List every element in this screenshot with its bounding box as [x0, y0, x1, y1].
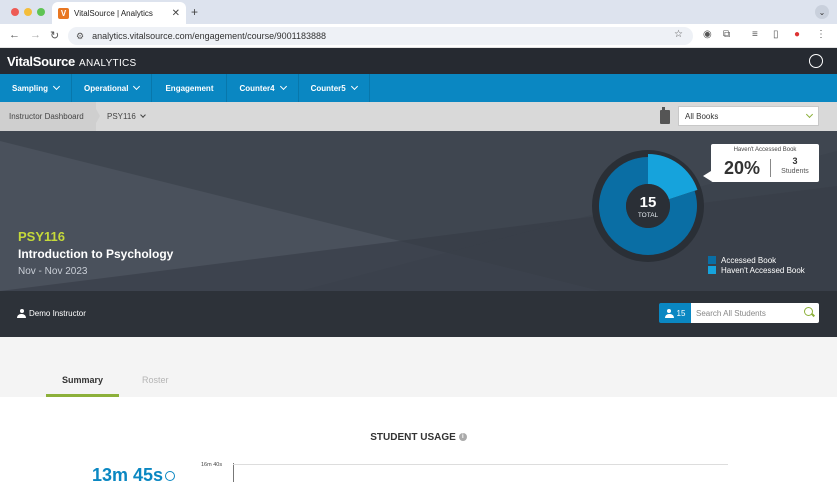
- media-icon[interactable]: ≡: [752, 29, 758, 40]
- brand-name: VitalSource: [7, 54, 75, 69]
- student-count-badge: 15: [659, 303, 691, 323]
- new-tab-icon[interactable]: +: [191, 5, 198, 19]
- tab-summary[interactable]: Summary: [62, 375, 103, 385]
- donut-total-label: TOTAL: [638, 212, 659, 219]
- tab-roster[interactable]: Roster: [142, 375, 169, 385]
- course-code: PSY116: [18, 229, 65, 244]
- callout-title: Haven't Accessed Book: [733, 147, 797, 153]
- profile-avatar-icon[interactable]: ●: [794, 29, 800, 40]
- bookmark-star-icon[interactable]: ☆: [674, 29, 683, 40]
- maximize-window-button[interactable]: [37, 8, 45, 16]
- url-field[interactable]: ⚙ analytics.vitalsource.com/engagement/c…: [68, 27, 693, 45]
- course-dates: Nov - Nov 2023: [18, 266, 88, 277]
- app-header: VitalSource ANALYTICS: [0, 48, 837, 74]
- course-hero: PSY116 Introduction to Psychology Nov - …: [0, 131, 837, 291]
- callout-divider: [770, 159, 771, 177]
- average-usage-value: 13m 45s: [92, 465, 176, 486]
- back-arrow-icon[interactable]: ←: [9, 29, 20, 41]
- nav-label: Counter4: [239, 83, 275, 93]
- student-count: 15: [676, 308, 686, 318]
- legend-swatch: [708, 266, 716, 274]
- chevron-down-icon: [52, 82, 61, 91]
- url-text: analytics.vitalsource.com/engagement/cou…: [92, 31, 327, 41]
- extension-icon[interactable]: ◉: [703, 29, 712, 40]
- chevron-down-icon: [133, 82, 141, 91]
- person-icon: [664, 308, 674, 318]
- instructor: Demo Instructor: [17, 309, 86, 318]
- sidepanel-icon[interactable]: ▯: [773, 29, 779, 40]
- brand-logo[interactable]: VitalSource ANALYTICS: [7, 54, 137, 69]
- donut-svg: 15 TOTAL: [592, 150, 704, 262]
- legend-item-accessed: Accessed Book: [708, 255, 805, 265]
- books-select-value: All Books: [685, 111, 719, 121]
- callout-count: 3: [792, 156, 798, 166]
- breadcrumb-instructor-dashboard[interactable]: Instructor Dashboard: [0, 102, 96, 131]
- minimize-window-button[interactable]: [24, 8, 32, 16]
- legend-label: Accessed Book: [721, 255, 777, 265]
- person-icon: [17, 309, 26, 318]
- nav-item-sampling[interactable]: Sampling: [0, 74, 73, 102]
- usage-gridline: [233, 464, 728, 465]
- nav-item-counter5[interactable]: Counter5: [299, 74, 370, 102]
- info-icon[interactable]: i: [458, 433, 467, 442]
- donut-legend: Accessed Book Haven't Accessed Book: [708, 255, 805, 275]
- legend-item-not-accessed: Haven't Accessed Book: [708, 265, 805, 275]
- nav-label: Counter5: [310, 83, 346, 93]
- nav-item-counter4[interactable]: Counter4: [227, 74, 299, 102]
- student-search: [691, 303, 819, 323]
- browser-tab[interactable]: V VitalSource | Analytics ✕: [52, 2, 186, 24]
- nav-label: Sampling: [12, 83, 49, 93]
- chevron-down-icon: [279, 82, 287, 91]
- tab-title: VitalSource | Analytics: [74, 8, 153, 18]
- callout-percent: 20%: [724, 158, 761, 178]
- reload-icon[interactable]: ↻: [50, 29, 59, 42]
- access-donut-chart: 15 TOTAL: [591, 148, 711, 268]
- donut-total: 15: [640, 194, 657, 211]
- main-nav: Sampling Operational Engagement Counter4…: [0, 74, 837, 102]
- course-title: Introduction to Psychology: [18, 247, 174, 261]
- search-icon[interactable]: [804, 307, 813, 316]
- chevron-down-icon: [805, 110, 814, 119]
- brand-sub: ANALYTICS: [79, 58, 137, 69]
- usage-axis: [233, 463, 234, 482]
- legend-swatch: [708, 256, 716, 264]
- average-usage-text: 13m 45s: [92, 465, 164, 485]
- user-account-icon[interactable]: [809, 54, 823, 68]
- callout-unit: Students: [781, 168, 809, 175]
- usage-axis-label: 16m 40s: [201, 462, 223, 468]
- legend-label: Haven't Accessed Book: [721, 265, 805, 275]
- chevron-down-icon[interactable]: ⌄: [815, 5, 829, 19]
- chevron-down-icon: [139, 112, 146, 118]
- close-window-button[interactable]: [11, 8, 19, 16]
- book-icon: [660, 107, 670, 124]
- books-select[interactable]: All Books: [678, 106, 819, 126]
- instructor-name: Demo Instructor: [29, 309, 86, 318]
- browser-tab-bar: V VitalSource | Analytics ✕ + ⌄: [0, 0, 837, 24]
- site-settings-icon[interactable]: ⚙: [76, 31, 84, 42]
- nav-item-engagement[interactable]: Engagement: [152, 74, 228, 102]
- breadcrumb-separator: [92, 102, 100, 130]
- callout-pointer: [703, 171, 711, 181]
- student-usage-heading: STUDENT USAGE i: [0, 432, 837, 443]
- breadcrumb-course-label: PSY116: [107, 112, 136, 121]
- forward-arrow-icon[interactable]: →: [30, 29, 41, 41]
- breadcrumb-course[interactable]: PSY116: [107, 102, 146, 131]
- puzzle-icon[interactable]: ⧉: [723, 29, 730, 40]
- chevron-down-icon: [350, 82, 358, 91]
- active-tab-indicator: [46, 394, 119, 397]
- nav-label: Engagement: [165, 83, 214, 93]
- not-accessed-callout: Haven't Accessed Book 20% 3 Students: [711, 144, 819, 182]
- clock-icon: [165, 471, 176, 482]
- close-icon[interactable]: ✕: [172, 8, 180, 19]
- address-bar: ← → ↻ ⚙ analytics.vitalsource.com/engage…: [0, 24, 837, 48]
- nav-item-operational[interactable]: Operational: [72, 74, 153, 102]
- more-menu-icon[interactable]: ⋮: [816, 29, 826, 40]
- student-usage-title: STUDENT USAGE: [370, 432, 456, 443]
- vitalsource-favicon-icon: V: [58, 7, 69, 19]
- page-tabs: Summary Roster: [0, 337, 837, 397]
- search-input[interactable]: [696, 308, 796, 318]
- nav-label: Operational: [84, 83, 129, 93]
